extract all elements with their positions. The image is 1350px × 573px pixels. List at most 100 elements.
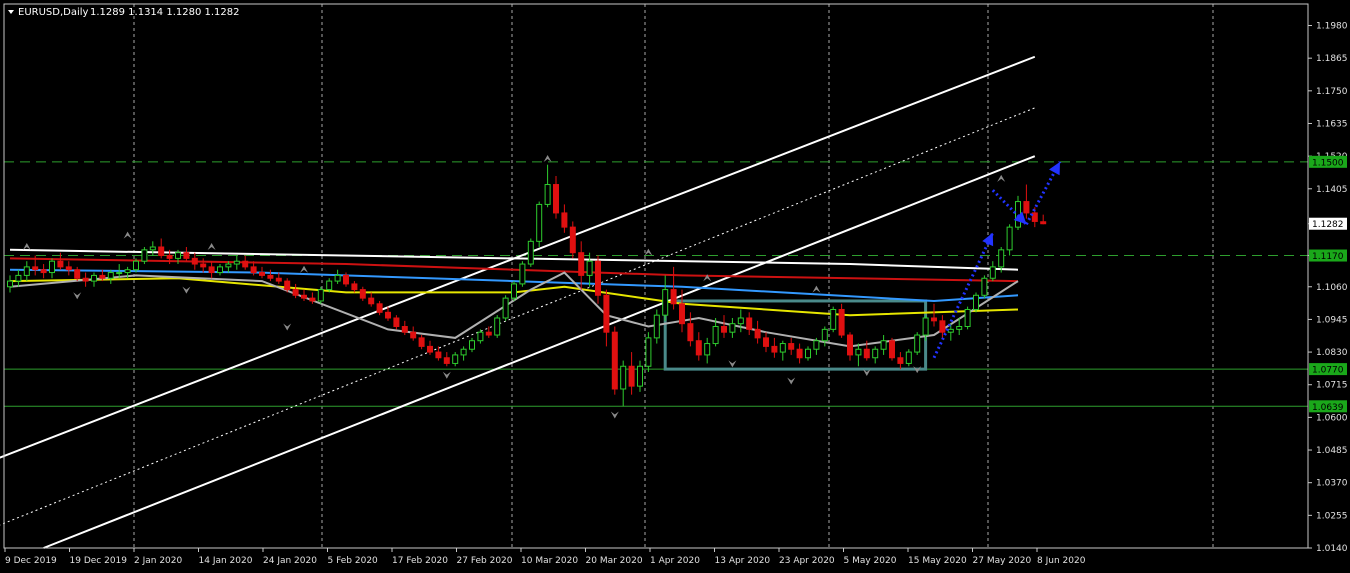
candle-body	[469, 340, 475, 350]
candle-body	[603, 294, 610, 333]
candle-body	[1006, 226, 1013, 251]
candle-body	[49, 260, 55, 274]
candle-body	[981, 277, 988, 296]
candle-body	[334, 274, 341, 282]
candle-body	[217, 266, 223, 274]
x-tick-label: 17 Feb 2020	[392, 556, 448, 566]
candle-body	[149, 246, 156, 251]
price-chart[interactable]: 1.19801.18651.17501.16351.15201.14051.12…	[0, 0, 1350, 573]
candle-body	[796, 348, 803, 359]
candle-body	[502, 297, 509, 319]
y-tick-label: 1.1750	[1316, 87, 1348, 97]
candle-body	[578, 252, 585, 276]
candle-body	[763, 337, 769, 347]
candle-body	[729, 323, 736, 333]
y-tick-label: 1.0830	[1316, 348, 1348, 358]
candle	[569, 221, 576, 259]
candle-body	[191, 257, 198, 265]
candle-body	[872, 348, 879, 359]
x-tick-label: 20 Mar 2020	[586, 556, 643, 566]
candle-body	[359, 289, 366, 299]
candle-body	[561, 212, 568, 228]
candle-body	[376, 303, 383, 313]
candle-body	[746, 317, 753, 330]
candle-body	[460, 348, 467, 356]
candle-body	[704, 343, 711, 356]
candle-body	[889, 340, 895, 359]
candle	[611, 326, 618, 395]
candle-body	[107, 272, 114, 279]
candle-body	[418, 337, 425, 347]
candle-body	[99, 274, 106, 279]
candle	[645, 332, 652, 372]
candle-body	[452, 354, 459, 364]
candle-body	[771, 345, 778, 353]
candle-body	[183, 252, 190, 259]
y-tick-label: 1.1865	[1316, 54, 1348, 64]
candle-body	[754, 328, 761, 339]
candle-body	[544, 184, 551, 205]
candle	[141, 247, 148, 265]
y-tick-label: 1.0600	[1316, 413, 1348, 423]
candle-body	[527, 240, 534, 265]
y-tick-label: 1.1635	[1316, 119, 1348, 129]
candle-body	[712, 326, 719, 345]
candle-body	[368, 297, 375, 305]
candle-body	[662, 289, 669, 316]
candle-body	[317, 289, 324, 302]
y-tick-label: 1.1980	[1316, 22, 1348, 32]
candle-body	[595, 260, 601, 296]
x-tick-label: 27 Feb 2020	[457, 556, 513, 566]
x-tick-label: 27 May 2020	[973, 556, 1032, 566]
candle-body	[259, 272, 265, 276]
candle-body	[939, 320, 946, 333]
candle-body	[166, 255, 173, 259]
level-price-label: 1.1500	[1312, 158, 1344, 168]
y-tick-label: 1.0485	[1316, 446, 1348, 456]
candle-body	[443, 357, 450, 364]
candle-body	[267, 274, 274, 279]
candle-body	[922, 317, 929, 336]
candle-body	[813, 340, 820, 350]
x-tick-label: 9 Dec 2019	[5, 556, 57, 566]
candle	[981, 275, 988, 299]
candle	[964, 306, 971, 330]
candle	[502, 295, 509, 321]
candle-body	[847, 334, 853, 356]
candle	[494, 315, 501, 338]
y-tick-label: 1.0715	[1316, 381, 1348, 391]
level-price-label: 1.0639	[1312, 403, 1344, 413]
candle-body	[351, 283, 358, 291]
chart-header: EURUSD,Daily 1.1289 1.1314 1.1280 1.1282	[8, 7, 240, 18]
candle-body	[586, 260, 593, 276]
x-tick-label: 24 Jan 2020	[263, 556, 317, 566]
candle-body	[57, 260, 64, 268]
candle-body	[863, 348, 870, 359]
candle-body	[679, 303, 685, 325]
candle-body	[998, 249, 1005, 268]
candle-body	[275, 277, 282, 282]
chart-window[interactable]: 1.19801.18651.17501.16351.15201.14051.12…	[0, 0, 1350, 573]
candle-body	[427, 345, 433, 353]
candle	[914, 332, 921, 355]
candle-body	[805, 348, 811, 359]
candle	[317, 286, 324, 304]
candle-body	[23, 266, 30, 276]
candle	[905, 349, 912, 367]
candle-body	[737, 317, 744, 325]
y-tick-label: 1.0370	[1316, 479, 1348, 489]
candle-body	[200, 263, 207, 268]
candle-body	[880, 340, 887, 350]
x-tick-label: 13 Apr 2020	[715, 556, 771, 566]
candle-body	[7, 280, 13, 288]
candle-body	[569, 226, 576, 254]
candle	[511, 281, 517, 301]
candle-body	[830, 308, 837, 330]
candle-body	[141, 249, 148, 262]
candle-body	[620, 365, 627, 390]
candle-body	[637, 365, 643, 387]
candle-body	[653, 314, 660, 339]
candle-body	[519, 263, 526, 285]
candle-body	[611, 331, 618, 390]
candle-body	[855, 348, 862, 356]
